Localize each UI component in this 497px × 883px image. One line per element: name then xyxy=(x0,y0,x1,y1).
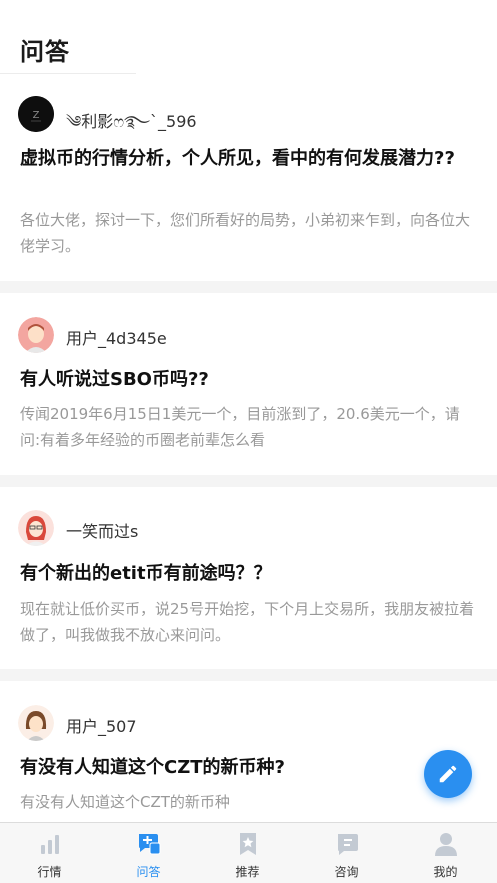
avatar[interactable]: Z xyxy=(18,96,54,132)
question-description: 各位大佬，探讨一下，您们所看好的局势，小弟初来乍到，向各位大佬学习。 xyxy=(20,211,471,255)
svg-text:Z: Z xyxy=(33,110,40,121)
question-title[interactable]: 虚拟币的行情分析，个人所见，看中的有何发展潜力?? xyxy=(20,144,467,173)
username[interactable]: 一笑而过s xyxy=(66,518,138,542)
header: 问答 xyxy=(0,0,497,74)
compose-button[interactable] xyxy=(424,750,472,798)
tab-recommend[interactable]: 推荐 xyxy=(198,823,297,883)
tab-label: 行情 xyxy=(37,865,62,879)
bar-chart-icon xyxy=(41,835,59,854)
username[interactable]: ༄利影ෆ࿐`_596 xyxy=(66,104,197,149)
question-card[interactable]: 一笑而过s 有个新出的etit币有前途吗？？ 现在就让低价买币，说25号开始挖，… xyxy=(0,487,497,669)
question-card[interactable]: 用户_507 有没有人知道这个CZT的新币种? 有没有人知道这个CZT的新币种 xyxy=(0,681,497,831)
question-title[interactable]: 有个新出的etit币有前途吗？？ xyxy=(20,559,467,588)
question-description: 现在就让低价买币，说25号开始挖，下个月上交易所，我朋友被拉着做了，叫我做我不放… xyxy=(20,600,475,644)
tab-consult[interactable]: 咨询 xyxy=(297,823,396,883)
bookmark-star-icon xyxy=(240,833,256,855)
tab-label: 问答 xyxy=(136,865,161,879)
user-icon xyxy=(435,833,457,856)
question-card[interactable]: Z ༄利影ෆ࿐`_596 虚拟币的行情分析，个人所见，看中的有何发展潜力?? 各… xyxy=(0,74,497,281)
tab-label: 咨询 xyxy=(334,865,359,879)
tab-bar: 行情 问答 推荐 咨询 我的 xyxy=(0,822,497,883)
avatar[interactable] xyxy=(18,510,54,546)
question-title[interactable]: 有人听说过SBO币吗?? xyxy=(20,365,467,394)
tab-qa[interactable]: 问答 xyxy=(99,823,198,883)
tab-profile[interactable]: 我的 xyxy=(396,823,495,883)
tab-label: 我的 xyxy=(433,865,458,879)
pencil-icon xyxy=(439,765,457,783)
question-description: 有没有人知道这个CZT的新币种 xyxy=(20,793,230,811)
username[interactable]: 用户_507 xyxy=(66,713,137,737)
tab-market[interactable]: 行情 xyxy=(0,823,99,883)
tab-label: 推荐 xyxy=(235,865,260,879)
avatar[interactable] xyxy=(18,317,54,353)
avatar[interactable] xyxy=(18,705,54,741)
question-title[interactable]: 有没有人知道这个CZT的新币种? xyxy=(20,753,467,782)
chat-plus-icon xyxy=(139,834,161,855)
question-card[interactable]: 用户_4d345e 有人听说过SBO币吗?? 传闻2019年6月15日1美元一个… xyxy=(0,293,497,475)
username[interactable]: 用户_4d345e xyxy=(66,325,167,349)
message-icon xyxy=(338,834,358,855)
page-title: 问答 xyxy=(20,38,70,66)
question-description: 传闻2019年6月15日1美元一个，目前涨到了，20.6美元一个，请问:有着多年… xyxy=(20,405,460,449)
